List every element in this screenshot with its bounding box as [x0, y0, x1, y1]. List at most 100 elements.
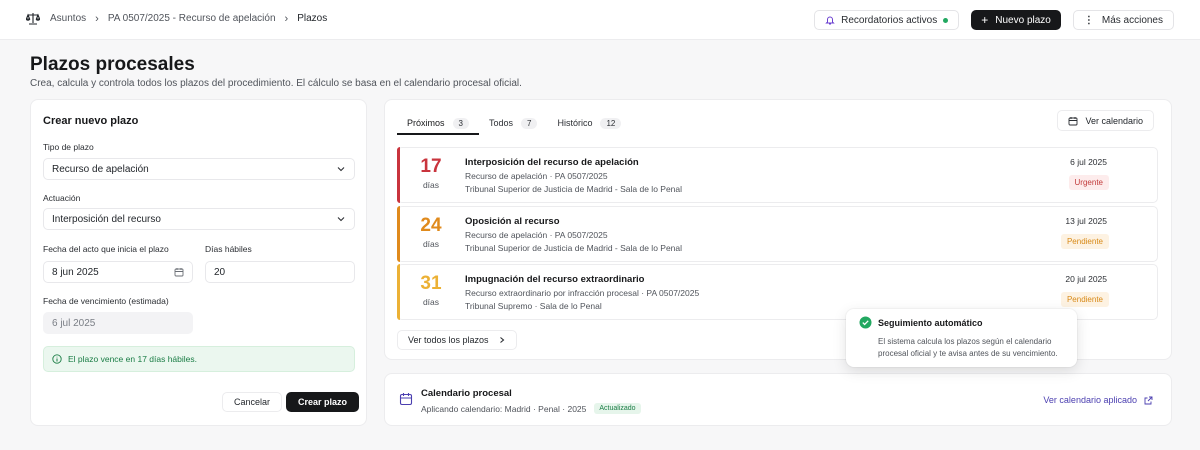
chevron-right-icon: › [95, 12, 99, 25]
breadcrumb-item-asuntos[interactable]: Asuntos [50, 13, 86, 24]
plus-icon: + [981, 13, 989, 27]
top-bar: Asuntos › PA 0507/2025 - Recurso de apel… [0, 0, 1200, 40]
deadline-title: Oposición al recurso [465, 216, 560, 227]
page-subtitle: Crea, calcula y controla todos los plazo… [30, 78, 522, 89]
toast-title: Seguimiento automático [878, 318, 983, 328]
status-badge: Urgente [1068, 175, 1109, 190]
create-deadline-button[interactable]: Crear plazo [286, 392, 360, 412]
deadline-date: 20 jul 2025 [1065, 274, 1107, 284]
auto-tracking-toast: Seguimiento automático El sistema calcul… [846, 309, 1077, 367]
days-count: 17 [420, 156, 442, 177]
calendar-subtitle: Aplicando calendario: Madrid · Penal · 2… [421, 403, 587, 414]
days-label: días [422, 239, 440, 249]
tab-bar: Próximos 3 Todos 7 Histórico 12 [397, 112, 631, 135]
deadline-procedure: Recurso de apelación · PA 0507/2025 [465, 230, 608, 240]
chevron-right-icon [499, 337, 504, 343]
toast-body: El sistema calcula los plazos según el c… [878, 337, 1058, 358]
breadcrumb: Asuntos › PA 0507/2025 - Recurso de apel… [26, 12, 327, 25]
business-days-input[interactable]: 20 [205, 261, 355, 283]
due-date-label: Fecha de vencimiento (estimada) [43, 296, 169, 306]
info-alert: El plazo vence en 17 días hábiles. [43, 346, 355, 372]
start-date-input[interactable]: 8 jun 2025 [43, 261, 193, 283]
urgency-bar [397, 206, 400, 262]
view-calendar-label: Ver calendario [1085, 115, 1143, 126]
action-select[interactable]: Interposición del recurso [43, 208, 355, 230]
action-value: Interposición del recurso [52, 213, 161, 225]
type-value: Recurso de apelación [52, 163, 149, 175]
tab-label: Próximos [407, 118, 445, 128]
urgency-bar [397, 264, 400, 320]
due-date-value: 6 jul 2025 [52, 317, 96, 329]
calendar-icon [1069, 116, 1078, 125]
due-date-field: 6 jul 2025 [43, 312, 193, 334]
deadline-card[interactable]: 17 días Interposición del recurso de ape… [397, 147, 1158, 203]
tab-todos[interactable]: Todos 7 [479, 112, 547, 134]
calendar-icon[interactable] [174, 267, 184, 277]
business-days-value: 20 [214, 266, 226, 278]
view-calendar-button[interactable]: Ver calendario [1057, 110, 1154, 131]
info-icon [52, 354, 62, 364]
calendar-subtitle-row: Aplicando calendario: Madrid · Penal · 2… [421, 403, 641, 414]
create-deadline-panel: Crear nuevo plazo Tipo de plazo Recurso … [30, 99, 367, 426]
form-title: Crear nuevo plazo [43, 115, 139, 127]
more-actions-button[interactable]: ⋮ Más acciones [1072, 10, 1174, 30]
status-badge: Pendiente [1060, 292, 1109, 307]
tab-count: 3 [452, 117, 469, 129]
breadcrumb-item-case[interactable]: PA 0507/2025 - Recurso de apelación [108, 13, 276, 24]
breadcrumb-item-plazos: Plazos [297, 13, 328, 24]
see-all-deadlines-button[interactable]: Ver todos los plazos [397, 330, 517, 350]
deadline-card[interactable]: 24 días Oposición al recurso Recurso de … [397, 206, 1158, 262]
deadline-date: 13 jul 2025 [1065, 216, 1107, 226]
days-count: 24 [420, 215, 442, 236]
updated-badge: Actualizado [594, 403, 641, 414]
deadline-date: 6 jul 2025 [1070, 157, 1107, 167]
deadline-title: Interposición del recurso de apelación [465, 157, 639, 168]
tab-proximos[interactable]: Próximos 3 [397, 112, 479, 135]
more-vertical-icon: ⋮ [1083, 14, 1094, 26]
view-applied-calendar-link[interactable]: Ver calendario aplicado [1043, 395, 1153, 405]
reminders-label: Recordatorios activos [841, 14, 938, 26]
new-deadline-button[interactable]: + Nuevo plazo [971, 10, 1061, 30]
active-status-dot [943, 17, 949, 23]
deadline-title: Impugnación del recurso extraordinario [465, 274, 645, 285]
tab-count: 7 [521, 117, 538, 129]
days-label: días [422, 180, 440, 190]
tab-count: 12 [600, 117, 622, 129]
deadline-procedure: Recurso de apelación · PA 0507/2025 [465, 171, 608, 181]
action-label: Actuación [43, 193, 81, 203]
new-deadline-label: Nuevo plazo [995, 14, 1051, 26]
tab-label: Todos [488, 118, 513, 128]
days-label: días [422, 297, 440, 307]
cancel-button[interactable]: Cancelar [222, 392, 283, 412]
urgency-bar [397, 147, 400, 203]
check-circle-icon [859, 316, 872, 329]
see-all-label: Ver todos los plazos [408, 335, 489, 345]
info-text: El plazo vence en 17 días hábiles. [68, 354, 198, 364]
applied-calendar-label: Ver calendario aplicado [1043, 395, 1137, 405]
deadline-court: Tribunal Superior de Justicia de Madrid … [465, 243, 683, 253]
type-label: Tipo de plazo [43, 142, 94, 152]
start-date-label: Fecha del acto que inicia el plazo [43, 244, 169, 254]
calendar-card: Calendario procesal Aplicando calendario… [384, 373, 1172, 426]
reminders-button[interactable]: Recordatorios activos [814, 10, 960, 30]
deadline-court: Tribunal Superior de Justicia de Madrid … [465, 184, 683, 194]
chevron-right-icon: › [284, 12, 289, 25]
scales-icon[interactable] [26, 12, 40, 25]
page-title: Plazos procesales [30, 54, 195, 75]
chevron-down-icon [337, 167, 345, 172]
external-link-icon [1144, 396, 1153, 404]
chevron-down-icon [337, 217, 345, 222]
status-badge: Pendiente [1060, 234, 1109, 249]
more-actions-label: Más acciones [1101, 14, 1163, 26]
calendar-title: Calendario procesal [421, 388, 512, 399]
calendar-icon [399, 393, 413, 406]
tab-label: Histórico [557, 118, 593, 128]
deadline-court: Tribunal Supremo · Sala de lo Penal [465, 301, 602, 311]
tab-historico[interactable]: Histórico 12 [547, 112, 631, 134]
start-date-value: 8 jun 2025 [52, 266, 99, 278]
days-count: 31 [420, 273, 442, 294]
business-days-label: Días hábiles [205, 244, 252, 254]
type-select[interactable]: Recurso de apelación [43, 158, 355, 180]
bell-icon [825, 16, 835, 25]
deadline-procedure: Recurso extraordinario por infracción pr… [465, 288, 700, 298]
